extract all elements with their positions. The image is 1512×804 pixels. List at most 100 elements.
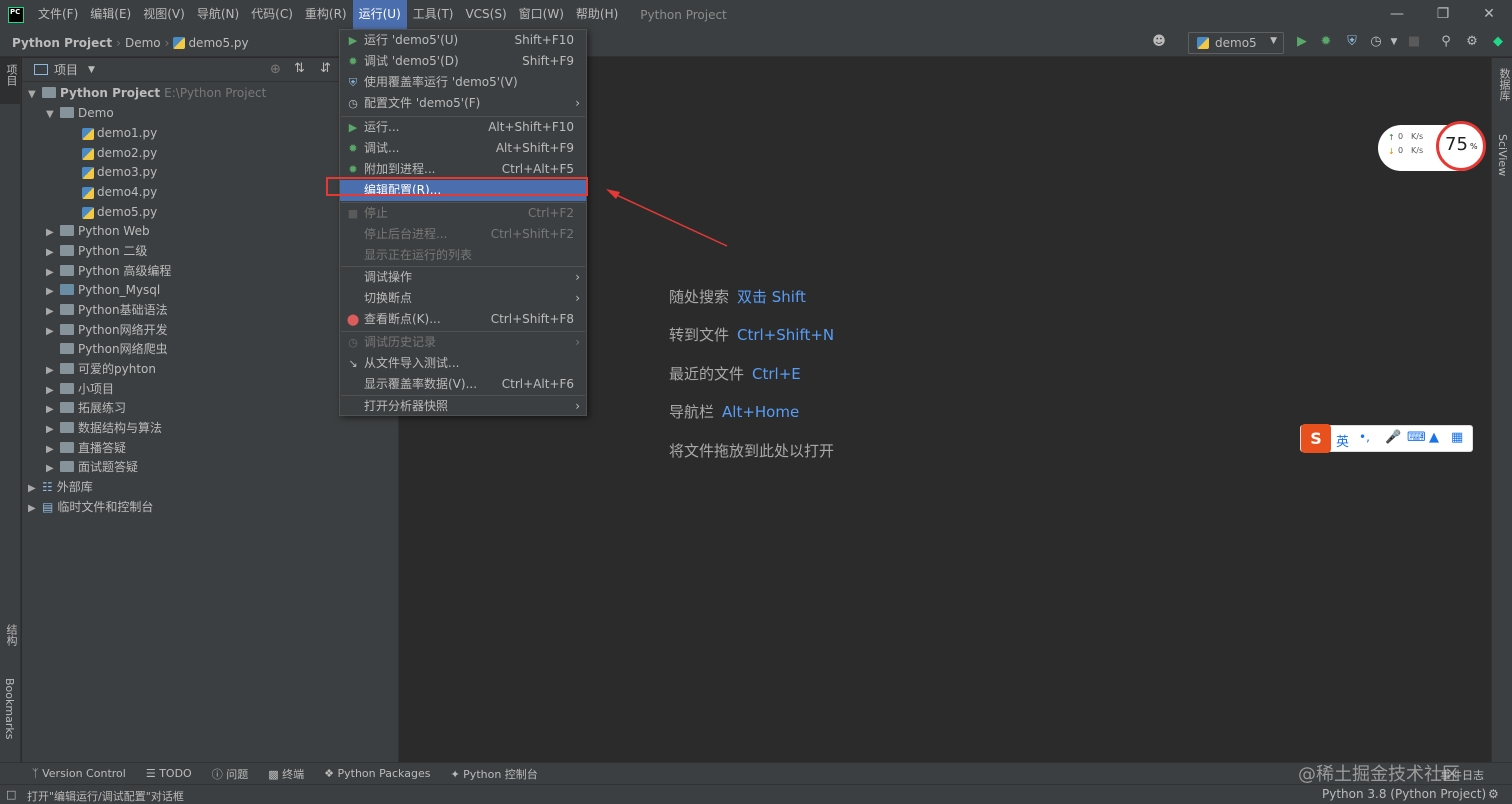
- chevron-right-icon[interactable]: ▶: [46, 282, 60, 302]
- chevron-right-icon[interactable]: ▶: [28, 499, 42, 519]
- tree-folder[interactable]: ▶ Python_Mysql: [46, 280, 160, 300]
- run-menu-debug[interactable]: ✹ 调试... Alt+Shift+F9: [340, 138, 586, 159]
- tree-file[interactable]: demo3.py: [82, 162, 157, 182]
- run-menu-coverage[interactable]: ⛨ 使用覆盖率运行 'demo5'(V): [340, 72, 586, 93]
- tree-folder[interactable]: Python网络爬虫: [46, 339, 168, 359]
- menu-window[interactable]: 窗口(W): [513, 0, 570, 29]
- settings-gear-icon[interactable]: ⚙: [1464, 34, 1480, 50]
- chevron-right-icon[interactable]: ▶: [46, 420, 60, 440]
- tree-file[interactable]: demo1.py: [82, 123, 157, 143]
- locate-icon[interactable]: ⊕: [270, 62, 281, 77]
- tree-folder[interactable]: ▶ 直播答疑: [46, 438, 126, 458]
- menu-view[interactable]: 视图(V): [137, 0, 191, 29]
- run-menu-debug-current[interactable]: ✹ 调试 'demo5'(D) Shift+F9: [340, 51, 586, 72]
- menu-navigate[interactable]: 导航(N): [191, 0, 245, 29]
- chevron-right-icon[interactable]: ▶: [28, 479, 42, 499]
- tree-file[interactable]: demo5.py: [82, 202, 157, 222]
- breadcrumb-file[interactable]: demo5.py: [169, 36, 252, 50]
- run-menu-import-tests[interactable]: ↘ 从文件导入测试...: [340, 353, 586, 374]
- tree-folder[interactable]: ▶ 数据结构与算法: [46, 418, 162, 438]
- menu-code[interactable]: 代码(C): [245, 0, 299, 29]
- network-speed-widget[interactable]: ↑ 0 K/s ↓ 0 K/s 75 %: [1378, 121, 1486, 171]
- run-menu-debug-actions[interactable]: 调试操作 ›: [340, 267, 586, 288]
- interpreter-selector[interactable]: Python 3.8 (Python Project): [1322, 787, 1486, 801]
- run-menu-run[interactable]: ▶ 运行... Alt+Shift+F10: [340, 117, 586, 138]
- ime-toolbar[interactable]: S 英 •, 🎤 ⌨ ▲ ▦: [1300, 424, 1473, 453]
- stop-icon[interactable]: ■: [1406, 34, 1422, 50]
- search-icon[interactable]: ⚲: [1438, 34, 1454, 50]
- menu-refactor[interactable]: 重构(R): [299, 0, 353, 29]
- database-tool-label[interactable]: 数据库: [1496, 68, 1512, 101]
- menu-edit[interactable]: 编辑(E): [84, 0, 137, 29]
- run-menu-toggle-breakpoint[interactable]: 切换断点 ›: [340, 288, 586, 309]
- project-tool-button[interactable]: 项目: [0, 58, 20, 104]
- skin-shirt-icon[interactable]: ▲: [1429, 430, 1439, 445]
- chevron-down-icon[interactable]: ▼: [46, 105, 60, 125]
- coverage-icon[interactable]: ⛨: [1344, 34, 1360, 50]
- tree-folder[interactable]: ▶ Python 高级编程: [46, 261, 171, 281]
- tree-external-libraries[interactable]: ▶ ☷ 外部库: [28, 477, 93, 497]
- event-log-button[interactable]: 事件日志: [1440, 767, 1484, 783]
- tree-folder[interactable]: ▶ Python基础语法: [46, 300, 168, 320]
- toggle-tool-windows-icon[interactable]: □: [6, 788, 16, 801]
- tool-problems[interactable]: ⓘ 问题: [202, 766, 259, 782]
- tree-scratches[interactable]: ▶ ▤ 临时文件和控制台: [28, 497, 153, 517]
- tree-folder[interactable]: ▶ 小项目: [46, 379, 114, 399]
- close-icon[interactable]: ✕: [1466, 0, 1512, 29]
- chevron-right-icon[interactable]: ▶: [46, 361, 60, 381]
- menu-vcs[interactable]: VCS(S): [459, 0, 512, 29]
- tree-file[interactable]: demo2.py: [82, 143, 157, 163]
- run-icon[interactable]: ▶: [1294, 34, 1310, 50]
- microphone-icon[interactable]: 🎤: [1385, 430, 1401, 445]
- breadcrumb-folder[interactable]: Demo: [121, 36, 165, 50]
- bookmarks-tool-label[interactable]: Bookmarks: [3, 678, 16, 739]
- tool-python-console[interactable]: ✦ Python 控制台: [440, 766, 547, 782]
- notifications-icon[interactable]: ⚙: [1488, 787, 1499, 801]
- tool-terminal[interactable]: ▩ 终端: [258, 766, 314, 782]
- run-menu-profile[interactable]: ◷ 配置文件 'demo5'(F) ›: [340, 93, 586, 114]
- tool-python-packages[interactable]: ❖ Python Packages: [314, 767, 440, 780]
- toolbox-grid-icon[interactable]: ▦: [1451, 430, 1463, 445]
- chevron-right-icon[interactable]: ▶: [46, 302, 60, 322]
- tree-folder[interactable]: ▶ 可爱的pyhton: [46, 359, 156, 379]
- user-icon[interactable]: ☻: [1148, 34, 1170, 50]
- run-menu-run-current[interactable]: ▶ 运行 'demo5'(U) Shift+F10: [340, 30, 586, 51]
- collapse-all-icon[interactable]: ⇵: [320, 61, 331, 76]
- menu-help[interactable]: 帮助(H): [570, 0, 624, 29]
- run-menu-show-coverage[interactable]: 显示覆盖率数据(V)... Ctrl+Alt+F6: [340, 374, 586, 395]
- tool-version-control[interactable]: ᛉ Version Control: [0, 767, 136, 780]
- chevron-right-icon[interactable]: ▶: [46, 243, 60, 263]
- keyboard-icon[interactable]: ⌨: [1407, 430, 1426, 445]
- run-menu-stop[interactable]: ■ 停止 Ctrl+F2: [340, 203, 586, 224]
- breadcrumb-project[interactable]: Python Project: [0, 36, 116, 50]
- run-menu-profiler-snapshot[interactable]: 打开分析器快照 ›: [340, 396, 586, 417]
- chevron-down-icon[interactable]: ▼: [28, 85, 42, 105]
- plugin-logo-icon[interactable]: ◆: [1490, 34, 1506, 50]
- restore-icon[interactable]: ❐: [1420, 0, 1466, 29]
- tool-todo[interactable]: ☰ TODO: [136, 767, 202, 780]
- run-menu-stop-background[interactable]: 停止后台进程... Ctrl+Shift+F2: [340, 224, 586, 245]
- sciview-tool-label[interactable]: SciView: [1496, 134, 1509, 176]
- tree-file[interactable]: demo4.py: [82, 182, 157, 202]
- chevron-right-icon[interactable]: ▶: [46, 459, 60, 479]
- run-config-selector[interactable]: demo5 ▼: [1188, 32, 1284, 54]
- tree-folder[interactable]: ▶ 拓展练习: [46, 398, 126, 418]
- tree-folder[interactable]: ▶ Python网络开发: [46, 320, 168, 340]
- expand-all-icon[interactable]: ⇅: [294, 61, 305, 76]
- tree-folder[interactable]: ▶ Python 二级: [46, 241, 147, 261]
- ime-language[interactable]: 英: [1336, 431, 1349, 450]
- profile-icon[interactable]: ◷: [1368, 34, 1384, 50]
- tree-folder[interactable]: ▶ 面试题答疑: [46, 457, 138, 477]
- run-menu-show-running[interactable]: 显示正在运行的列表: [340, 245, 586, 266]
- tree-folder-demo[interactable]: ▼ Demo: [46, 103, 114, 123]
- debug-icon[interactable]: ✹: [1318, 34, 1334, 50]
- project-panel-title[interactable]: 项目: [54, 61, 78, 78]
- ime-punctuation[interactable]: •,: [1359, 430, 1370, 444]
- menu-run[interactable]: 运行(U): [352, 0, 407, 29]
- run-menu-test-history[interactable]: ◷ 调试历史记录 ›: [340, 332, 586, 353]
- profile-dropdown-icon[interactable]: ▼: [1386, 34, 1402, 50]
- chevron-right-icon[interactable]: ▶: [46, 400, 60, 420]
- minimize-icon[interactable]: —: [1374, 0, 1420, 29]
- chevron-down-icon[interactable]: ▼: [88, 65, 95, 75]
- tree-folder[interactable]: ▶ Python Web: [46, 221, 150, 241]
